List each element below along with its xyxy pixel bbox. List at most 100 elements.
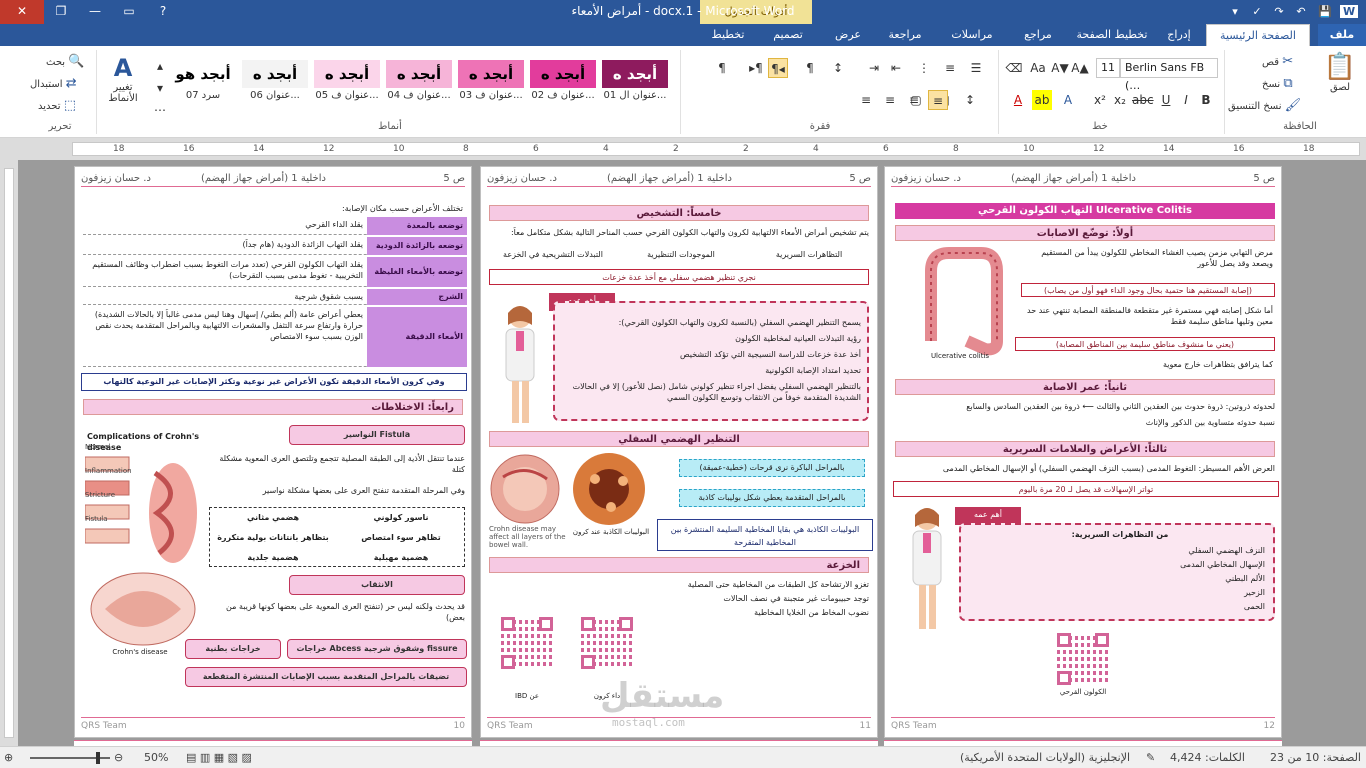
format-painter-button[interactable]: نسخ التنسيق 🖌 (1228, 98, 1301, 113)
customize-qat-icon[interactable]: ▾ (1226, 3, 1244, 21)
bold-icon[interactable]: B (1196, 90, 1216, 110)
rtl-direction-icon[interactable]: ¶◂ (768, 58, 788, 78)
tab-insert[interactable]: إدراج (1156, 24, 1202, 46)
zoom-level[interactable]: 50% (144, 751, 168, 764)
font-size-combo[interactable]: 11 (1096, 58, 1120, 78)
page-right[interactable]: د. حسان زيزفون داخلية 1 (أمراض جهاز الهض… (884, 166, 1282, 738)
list-item: توجد حبيبومات غير متجبنة في نصف الحالات (723, 594, 869, 603)
style-sample: أبجد ه (530, 60, 596, 88)
style-gallery-item[interactable]: أبجد ه 02 عنوان ف... (530, 60, 596, 106)
tab-file[interactable]: ملف (1318, 24, 1366, 46)
horizontal-ruler[interactable]: 18 16 14 12 10 8 6 4 2 2 4 6 8 10 12 14 16 18 (0, 138, 1366, 160)
style-gallery-item[interactable]: أبجد هو 07 سرد (170, 60, 236, 106)
sort-icon[interactable]: ↕ (828, 58, 848, 78)
qr-code[interactable] (1057, 633, 1109, 685)
footer-team: QRS Team (487, 721, 533, 731)
fistula-types-grid: ناسور كولوني هضمي مثاني تظاهر سوء امتصاص بت… (209, 507, 465, 567)
style-gallery-item[interactable]: أبجد ه 06 عنوان... (242, 60, 308, 106)
style-gallery-item[interactable]: أبجد ه 01 عنوان ال... (602, 60, 668, 106)
gallery-up-icon[interactable]: ▴ (150, 56, 170, 76)
line-spacing-icon[interactable]: ↕ (960, 90, 980, 110)
ruler-strip[interactable]: 18 16 14 12 10 8 6 4 2 2 4 6 8 10 12 14 16 18 (72, 142, 1360, 156)
proofing-icon[interactable]: ✎ (1146, 751, 1155, 764)
footer-team: QRS Team (891, 721, 937, 731)
table-key-cell: توضعه بالمعدة (367, 217, 467, 235)
subscript-icon[interactable]: x₂ (1110, 90, 1130, 110)
shrink-font-icon[interactable]: A▼ (1050, 58, 1070, 78)
vertical-ruler-strip[interactable] (4, 168, 14, 738)
change-case-icon[interactable]: Aa (1028, 58, 1048, 78)
ruler-tick: 8 (953, 144, 959, 154)
list-item: يسمح التنظير الهضمي السفلي (بالنسبة لكرو… (618, 318, 861, 327)
tab-references[interactable]: مراجع (1010, 24, 1066, 46)
find-button[interactable]: بحث 🔍 (46, 54, 84, 69)
align-left-icon[interactable]: ≡ (880, 90, 900, 110)
show-hide-icon[interactable]: ¶ (712, 58, 732, 78)
increase-indent-icon[interactable]: ⇥ (864, 58, 884, 78)
underline-icon[interactable]: U (1156, 90, 1176, 110)
show-marks-icon[interactable]: ¶ (800, 58, 820, 78)
change-styles-button[interactable]: A تغيير الأنماط (102, 54, 144, 104)
tab-home[interactable]: الصفحة الرئيسية (1206, 24, 1310, 46)
zoom-in-icon[interactable]: ⊕ (4, 751, 13, 764)
binoculars-icon: 🔍 (68, 54, 85, 69)
tab-mailings[interactable]: مراسلات (940, 24, 1004, 46)
style-gallery-item[interactable]: أبجد ه 03 عنوان ف... (458, 60, 524, 106)
style-gallery-item[interactable]: أبجد ه 04 عنوان ف... (386, 60, 452, 106)
font-name-combo[interactable]: Berlin Sans FB (… (1120, 58, 1218, 92)
tab-view[interactable]: عرض (826, 24, 870, 46)
clear-format-icon[interactable]: ⌫ (1004, 58, 1024, 78)
ltr-direction-icon[interactable]: ▸¶ (746, 58, 766, 78)
multilevel-list-icon[interactable]: ⋮ (914, 58, 934, 78)
table-key-cell: الشرج (367, 289, 467, 305)
font-color-icon[interactable]: A (1008, 90, 1028, 110)
tab-review[interactable]: مراجعة (876, 24, 934, 46)
list-item: الزحير (1244, 588, 1265, 597)
gallery-more-icon[interactable]: ⋯ (150, 100, 170, 120)
tab-table-layout[interactable]: تخطيط (700, 24, 756, 46)
zoom-out-icon[interactable]: ⊖ (114, 751, 123, 764)
view-buttons[interactable]: ▤ ▥ ▦ ▧ ▨ (186, 751, 252, 764)
cut-button[interactable]: قص ✂ (1262, 54, 1293, 69)
copy-button[interactable]: نسخ ⧉ (1262, 76, 1293, 91)
header-page: ص 5 (443, 173, 465, 184)
figure-label: Fistula (85, 515, 108, 523)
strikethrough-icon[interactable]: abc (1132, 90, 1154, 110)
select-button[interactable]: تحديد ⬚ (38, 98, 76, 113)
align-center-icon[interactable]: ≡ (904, 90, 924, 110)
figure-label: Stricture (85, 491, 116, 499)
superscript-icon[interactable]: x² (1090, 90, 1110, 110)
ruler-tick: 10 (1023, 144, 1035, 154)
spelling-icon[interactable]: ✓ (1248, 3, 1266, 21)
language-status[interactable]: الإنجليزية (الولايات المتحدة الأمريكية) (960, 751, 1130, 764)
word-count[interactable]: الكلمات: 4,424 (1170, 751, 1245, 764)
undo-icon[interactable]: ↶ (1292, 3, 1310, 21)
tab-page-layout[interactable]: تخطيط الصفحة (1072, 24, 1152, 46)
page-count[interactable]: الصفحة: 10 من 23 (1270, 751, 1361, 764)
grow-font-icon[interactable]: A▲ (1070, 58, 1090, 78)
qr-code[interactable] (581, 617, 633, 669)
page-left[interactable]: د. حسان زيزفون داخلية 1 (أمراض جهاز الهض… (74, 166, 472, 738)
style-gallery-item[interactable]: أبجد ه 05 عنوان ف... (314, 60, 380, 106)
page-middle[interactable]: د. حسان زيزفون داخلية 1 (أمراض جهاز الهض… (480, 166, 878, 738)
tab-design[interactable]: تصميم (760, 24, 816, 46)
paragraph: عندما تنتقل الأذية إلى الطبقة المصلية تت… (219, 454, 465, 474)
replace-button[interactable]: استبدال ⇄ (30, 76, 77, 91)
align-right-icon[interactable]: ≡ (928, 90, 948, 110)
justify-icon[interactable]: ≡ (856, 90, 876, 110)
grid-cell: هضمي مثاني (247, 513, 299, 522)
decrease-indent-icon[interactable]: ⇤ (886, 58, 906, 78)
paste-button[interactable]: 📋 لصق (1320, 52, 1360, 93)
numbering-icon[interactable]: ≡ (940, 58, 960, 78)
vertical-ruler[interactable] (0, 160, 18, 746)
highlight-icon[interactable]: ab (1032, 90, 1052, 110)
gallery-down-icon[interactable]: ▾ (150, 78, 170, 98)
redo-icon[interactable]: ↷ (1270, 3, 1288, 21)
table-row: الأمعاء الدقيقة يعطي أعراض عامة (ألم بطني… (83, 307, 467, 367)
qr-code[interactable] (501, 617, 553, 669)
text-effects-icon[interactable]: A (1058, 90, 1078, 110)
zoom-slider-thumb[interactable] (96, 752, 100, 764)
save-icon[interactable]: 💾 (1316, 3, 1334, 21)
italic-icon[interactable]: I (1176, 90, 1196, 110)
bullets-icon[interactable]: ☰ (966, 58, 986, 78)
